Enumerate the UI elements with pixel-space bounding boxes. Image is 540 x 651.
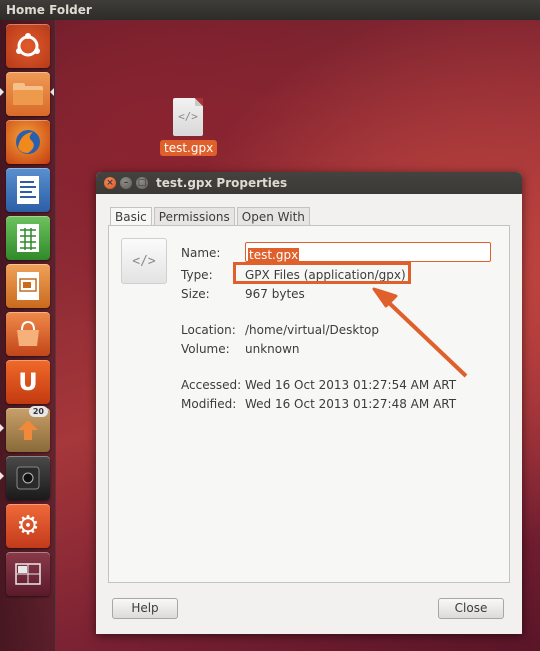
- running-indicator: [0, 424, 4, 432]
- location-label: Location:: [181, 323, 236, 337]
- name-label: Name:: [181, 246, 221, 260]
- update-count-badge: 20: [28, 406, 48, 417]
- help-button[interactable]: Help: [112, 598, 178, 619]
- properties-window: × – □ test.gpx Properties Basic Permissi…: [96, 172, 522, 634]
- ubuntu-one-glyph: U: [18, 368, 38, 396]
- location-value: /home/virtual/Desktop: [245, 323, 380, 337]
- close-button[interactable]: Close: [438, 598, 504, 619]
- window-title: test.gpx Properties: [156, 176, 288, 190]
- volume-label: Volume:: [181, 342, 230, 356]
- panel-title: Home Folder: [6, 3, 92, 17]
- workspace-switcher-icon[interactable]: [6, 552, 50, 596]
- settings-glyph: ⚙: [16, 511, 40, 541]
- files-icon[interactable]: [6, 72, 50, 116]
- desktop-file-label: test.gpx: [160, 140, 218, 156]
- top-panel: Home Folder: [0, 0, 540, 20]
- running-indicator: [0, 88, 4, 96]
- tab-basic[interactable]: Basic: [110, 207, 152, 226]
- focus-indicator: [50, 88, 54, 96]
- libreoffice-impress-icon[interactable]: [6, 264, 50, 308]
- type-highlight-box: [233, 262, 411, 284]
- size-label: Size:: [181, 287, 210, 301]
- type-label: Type:: [181, 268, 213, 282]
- volume-value: unknown: [245, 342, 300, 356]
- tab-open-with[interactable]: Open With: [236, 207, 310, 226]
- minimize-window-icon[interactable]: –: [120, 177, 132, 189]
- software-center-icon[interactable]: [6, 312, 50, 356]
- tab-permissions[interactable]: Permissions: [153, 207, 235, 226]
- camera-icon[interactable]: [6, 456, 50, 500]
- gpx-file-icon: </>: [173, 98, 203, 136]
- libreoffice-writer-icon[interactable]: [6, 168, 50, 212]
- modified-label: Modified:: [181, 397, 237, 411]
- file-type-icon[interactable]: </>: [121, 238, 167, 284]
- modified-value: Wed 16 Oct 2013 01:27:48 AM ART: [245, 397, 457, 411]
- close-window-icon[interactable]: ×: [104, 177, 116, 189]
- system-settings-icon[interactable]: ⚙: [6, 504, 50, 548]
- firefox-icon[interactable]: [6, 120, 50, 164]
- accessed-label: Accessed:: [181, 378, 242, 392]
- name-field[interactable]: test.gpx: [245, 242, 491, 262]
- launcher: U 20 ⚙: [0, 20, 56, 651]
- running-indicator: [0, 472, 4, 480]
- libreoffice-calc-icon[interactable]: [6, 216, 50, 260]
- ubuntu-one-icon[interactable]: U: [6, 360, 50, 404]
- update-manager-icon[interactable]: 20: [6, 406, 50, 452]
- desktop-file-test-gpx[interactable]: </> test.gpx: [160, 98, 218, 156]
- tab-bar: Basic Permissions Open With: [110, 207, 312, 226]
- maximize-window-icon[interactable]: □: [136, 177, 148, 189]
- window-titlebar[interactable]: × – □ test.gpx Properties: [96, 172, 522, 194]
- dash-home-icon[interactable]: [6, 24, 50, 68]
- name-field-value: test.gpx: [248, 248, 300, 262]
- accessed-value: Wed 16 Oct 2013 01:27:54 AM ART: [245, 378, 457, 392]
- size-value: 967 bytes: [245, 287, 305, 301]
